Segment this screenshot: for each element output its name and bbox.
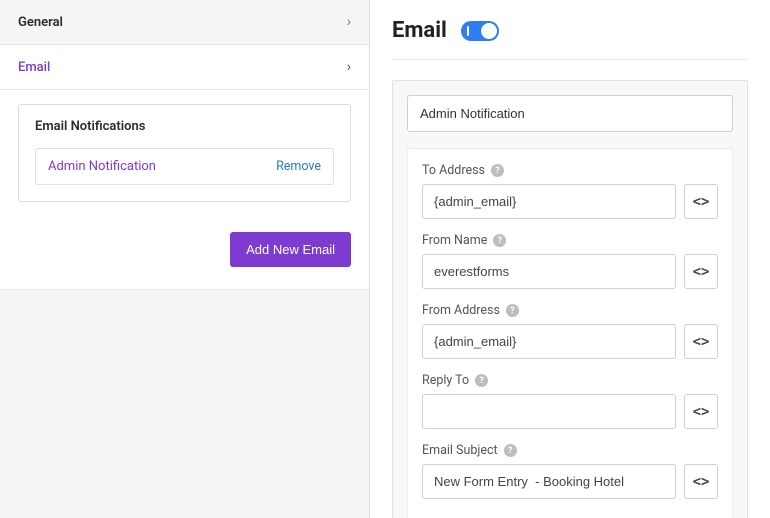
to-address-input[interactable] bbox=[422, 184, 676, 219]
smart-tag-button[interactable]: <> bbox=[684, 464, 718, 499]
page-title: Email bbox=[392, 18, 447, 43]
to-address-label-text: To Address bbox=[422, 163, 485, 178]
email-settings-main: Email To Address ? <> bbox=[370, 0, 770, 518]
sidebar-item-general[interactable]: General › bbox=[0, 0, 369, 45]
help-icon[interactable]: ? bbox=[504, 444, 517, 457]
from-address-input[interactable] bbox=[422, 324, 676, 359]
smart-tag-button[interactable]: <> bbox=[684, 394, 718, 429]
email-subject-label-text: Email Subject bbox=[422, 443, 498, 458]
reply-to-label: Reply To ? bbox=[422, 373, 718, 388]
main-header: Email bbox=[392, 18, 748, 60]
from-address-label-text: From Address bbox=[422, 303, 500, 318]
email-notifications-panel: Email Notifications Admin Notification R… bbox=[0, 90, 369, 216]
email-subject-label: Email Subject ? bbox=[422, 443, 718, 458]
settings-sidebar: General › Email › Email Notifications Ad… bbox=[0, 0, 370, 518]
smart-tag-button[interactable]: <> bbox=[684, 254, 718, 289]
notifications-title: Email Notifications bbox=[35, 119, 334, 134]
smart-tag-button[interactable]: <> bbox=[684, 324, 718, 359]
email-fields-card: To Address ? <> From Name ? < bbox=[407, 148, 733, 518]
email-enable-toggle[interactable] bbox=[461, 21, 499, 41]
help-icon[interactable]: ? bbox=[491, 164, 504, 177]
email-subject-input[interactable] bbox=[422, 464, 676, 499]
from-name-label: From Name ? bbox=[422, 233, 718, 248]
notification-row: Admin Notification Remove bbox=[35, 148, 334, 185]
toggle-knob-icon bbox=[481, 23, 497, 39]
field-to-address: To Address ? <> bbox=[422, 163, 718, 219]
field-reply-to: Reply To ? <> bbox=[422, 373, 718, 429]
sidebar-general-label: General bbox=[18, 15, 63, 30]
smart-tag-button[interactable]: <> bbox=[684, 184, 718, 219]
from-address-label: From Address ? bbox=[422, 303, 718, 318]
add-new-email-button[interactable]: Add New Email bbox=[230, 232, 351, 267]
sidebar-item-email[interactable]: Email › bbox=[0, 45, 369, 90]
sidebar-email-label: Email bbox=[18, 60, 50, 75]
help-icon[interactable]: ? bbox=[493, 234, 506, 247]
reply-to-input[interactable] bbox=[422, 394, 676, 429]
field-from-address: From Address ? <> bbox=[422, 303, 718, 359]
field-email-subject: Email Subject ? <> bbox=[422, 443, 718, 499]
email-form-card: To Address ? <> From Name ? < bbox=[392, 80, 748, 518]
sidebar-empty-area bbox=[0, 289, 369, 518]
add-email-wrap: Add New Email bbox=[0, 216, 369, 289]
help-icon[interactable]: ? bbox=[506, 304, 519, 317]
from-name-input[interactable] bbox=[422, 254, 676, 289]
chevron-right-icon: › bbox=[347, 59, 351, 75]
help-icon[interactable]: ? bbox=[475, 374, 488, 387]
chevron-right-icon: › bbox=[347, 14, 351, 30]
remove-notification-link[interactable]: Remove bbox=[276, 159, 321, 174]
to-address-label: To Address ? bbox=[422, 163, 718, 178]
field-from-name: From Name ? <> bbox=[422, 233, 718, 289]
notification-name-input[interactable] bbox=[407, 95, 733, 132]
notification-name-link[interactable]: Admin Notification bbox=[48, 159, 156, 174]
from-name-label-text: From Name bbox=[422, 233, 487, 248]
notifications-box: Email Notifications Admin Notification R… bbox=[18, 104, 351, 202]
reply-to-label-text: Reply To bbox=[422, 373, 469, 388]
